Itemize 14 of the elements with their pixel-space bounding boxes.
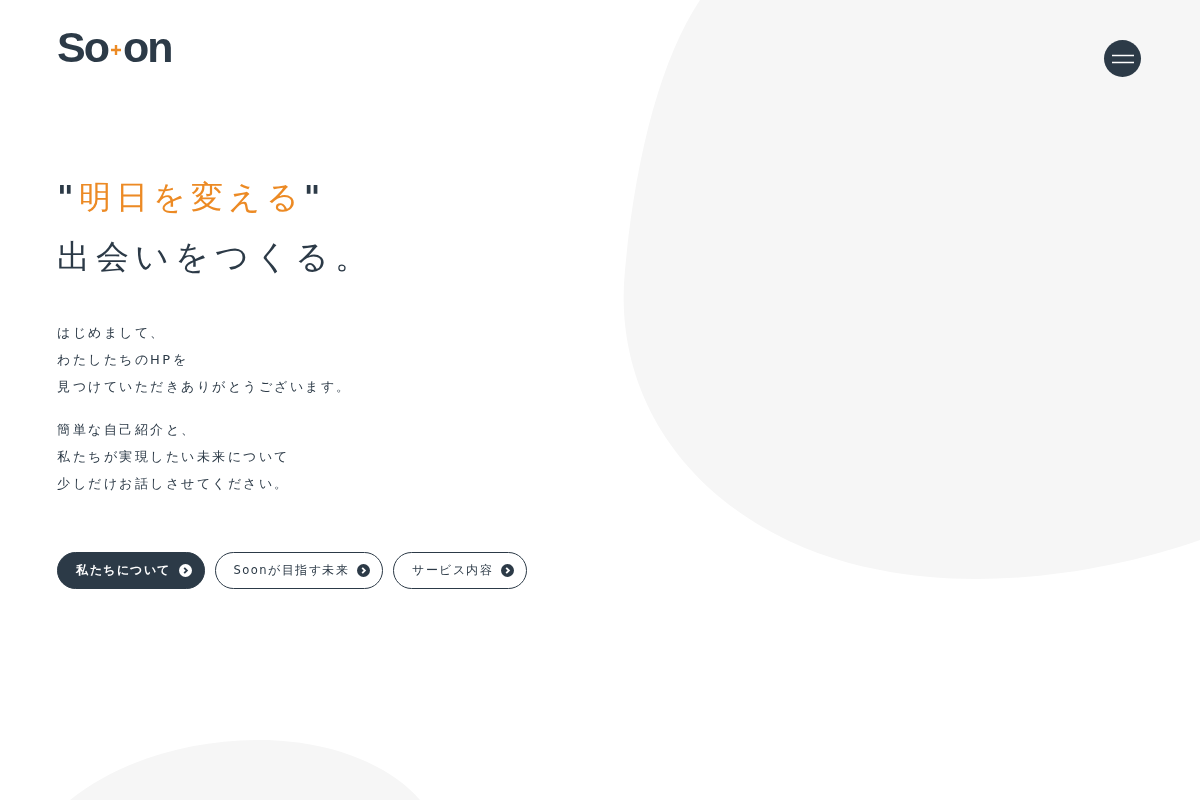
nav-button[interactable]: サービス内容 <box>393 552 528 589</box>
logo-text: on <box>122 26 172 68</box>
intro-paragraph: はじめまして、 わたしたちのHPを 見つけていただきありがとうございます。 <box>57 324 353 396</box>
arrow-circle-icon <box>501 564 515 577</box>
menu-icon <box>1111 53 1134 64</box>
intro-paragraph: 簡単な自己紹介と、 私たちが実現したい未来について 少しだけお話しさせてください。 <box>57 421 291 493</box>
plus-icon <box>109 44 122 56</box>
headline: "明日を変える" <box>57 177 327 218</box>
nav-button[interactable]: 私たちについて <box>57 552 205 589</box>
nav-button[interactable]: Soonが目指す未来 <box>214 552 384 589</box>
subheadline: 出会いをつくる。 <box>57 236 375 278</box>
arrow-circle-icon <box>178 564 192 577</box>
logo-text: So <box>57 26 108 68</box>
arrow-circle-icon <box>357 564 371 577</box>
